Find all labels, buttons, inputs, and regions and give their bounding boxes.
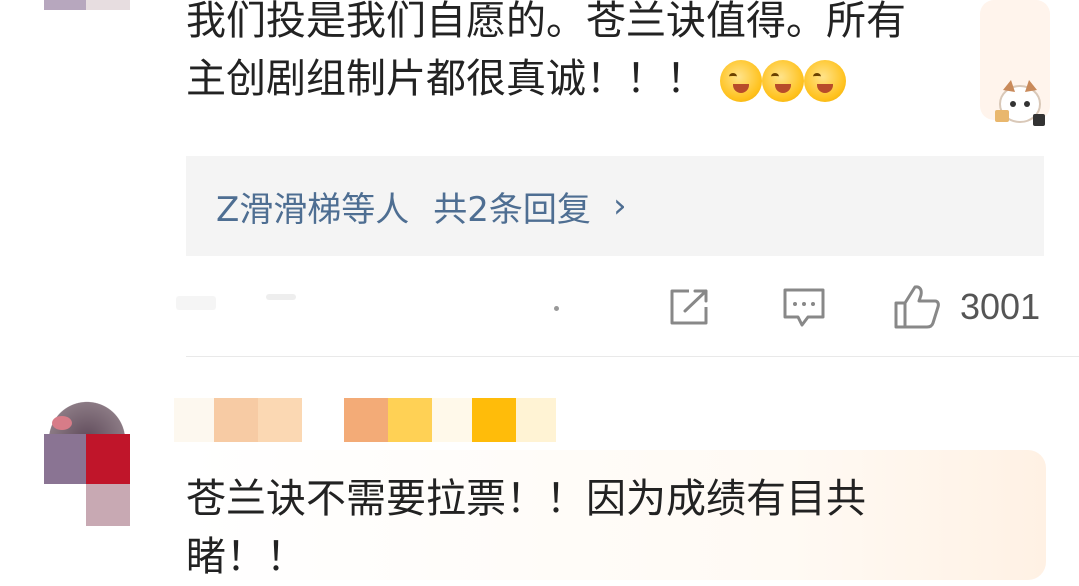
comment-icon[interactable] [782,287,826,329]
laugh-cry-icon [720,60,762,102]
username-redacted[interactable] [174,398,574,442]
comment-text-line-2: 主创剧组制片都很真诚！！！ [186,56,706,102]
avatar-fragment-top [44,0,86,10]
replies-preview[interactable]: Z滑滑梯等人 共2条回复 › [186,156,1044,256]
comment-text: 我们投是我们自愿的。苍兰诀值得。所有 主创剧组制片都很真诚！！！ [186,0,1036,108]
divider [186,356,1079,357]
comment-text-line: 睹！！ [186,534,306,580]
like-count: 3001 [960,286,1041,327]
laugh-cry-icon [762,60,804,102]
reply-count[interactable]: 共2条回复 [433,182,591,231]
avatar[interactable] [44,394,130,526]
comment-meta-redacted [176,290,576,320]
comment-text-line: 我们投是我们自愿的。苍兰诀值得。所有 [186,0,906,44]
avatar-fragment-top [86,0,130,10]
comment-text: 苍兰诀不需要拉票！！因为成绩有目共 睹！！ [186,470,1026,586]
laugh-cry-icon [804,60,846,102]
emoji-group [720,60,846,102]
reply-authors[interactable]: Z滑滑梯等人 [216,182,409,231]
comment-text-line: 主创剧组制片都很真诚！！！ [186,50,1036,108]
like-icon[interactable] [893,283,941,329]
chevron-right-icon[interactable]: › [613,186,627,226]
comment-text-line: 苍兰诀不需要拉票！！因为成绩有目共 [186,476,866,522]
share-icon[interactable] [667,287,711,327]
